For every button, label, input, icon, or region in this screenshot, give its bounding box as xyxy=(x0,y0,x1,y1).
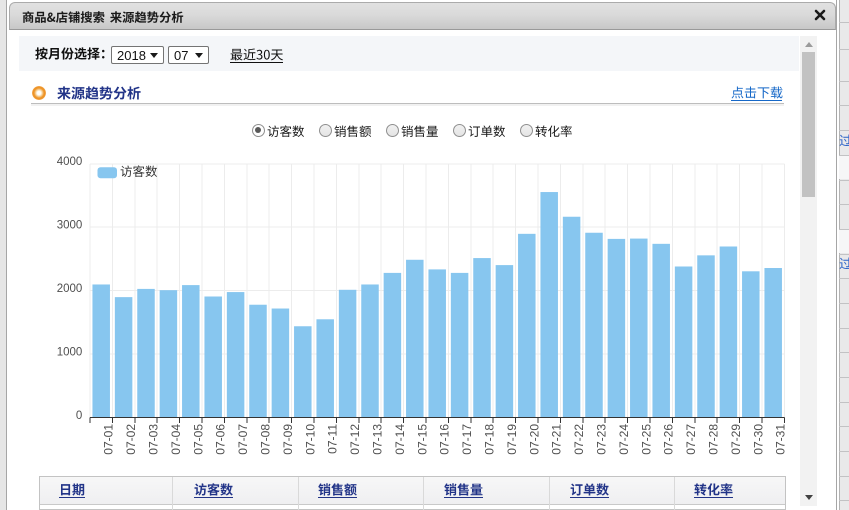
svg-text:07-09: 07-09 xyxy=(281,424,295,455)
svg-text:07-27: 07-27 xyxy=(684,424,698,455)
svg-text:07-14: 07-14 xyxy=(393,424,407,455)
svg-text:07-05: 07-05 xyxy=(191,424,205,455)
svg-text:07-03: 07-03 xyxy=(147,424,161,455)
svg-text:07-20: 07-20 xyxy=(527,424,541,455)
svg-text:4000: 4000 xyxy=(57,156,83,168)
svg-text:07-24: 07-24 xyxy=(617,424,631,455)
svg-text:07-11: 07-11 xyxy=(326,424,340,454)
svg-text:0: 0 xyxy=(76,410,82,422)
svg-text:07-31: 07-31 xyxy=(774,424,788,455)
svg-text:07-25: 07-25 xyxy=(639,424,653,455)
svg-text:3000: 3000 xyxy=(57,220,83,232)
svg-text:07-04: 07-04 xyxy=(169,424,183,455)
svg-text:07-21: 07-21 xyxy=(550,424,564,455)
svg-text:07-07: 07-07 xyxy=(236,424,250,455)
svg-text:07-19: 07-19 xyxy=(505,424,519,455)
svg-text:07-28: 07-28 xyxy=(707,424,721,455)
svg-text:07-13: 07-13 xyxy=(371,424,385,455)
svg-text:07-02: 07-02 xyxy=(124,424,138,455)
svg-text:07-30: 07-30 xyxy=(751,424,765,455)
svg-text:07-18: 07-18 xyxy=(483,424,497,455)
svg-text:07-22: 07-22 xyxy=(572,424,586,455)
svg-text:2000: 2000 xyxy=(57,283,83,295)
svg-text:07-12: 07-12 xyxy=(348,424,362,455)
svg-text:07-06: 07-06 xyxy=(214,424,228,455)
svg-text:07-26: 07-26 xyxy=(662,424,676,455)
svg-text:1000: 1000 xyxy=(57,346,83,358)
svg-text:07-08: 07-08 xyxy=(259,424,273,455)
svg-text:07-15: 07-15 xyxy=(415,424,429,455)
svg-text:07-23: 07-23 xyxy=(595,424,609,455)
svg-text:07-01: 07-01 xyxy=(102,424,116,455)
svg-text:07-16: 07-16 xyxy=(438,424,452,455)
svg-text:07-17: 07-17 xyxy=(460,424,474,455)
svg-text:07-10: 07-10 xyxy=(303,424,317,455)
svg-text:07-29: 07-29 xyxy=(729,424,743,455)
